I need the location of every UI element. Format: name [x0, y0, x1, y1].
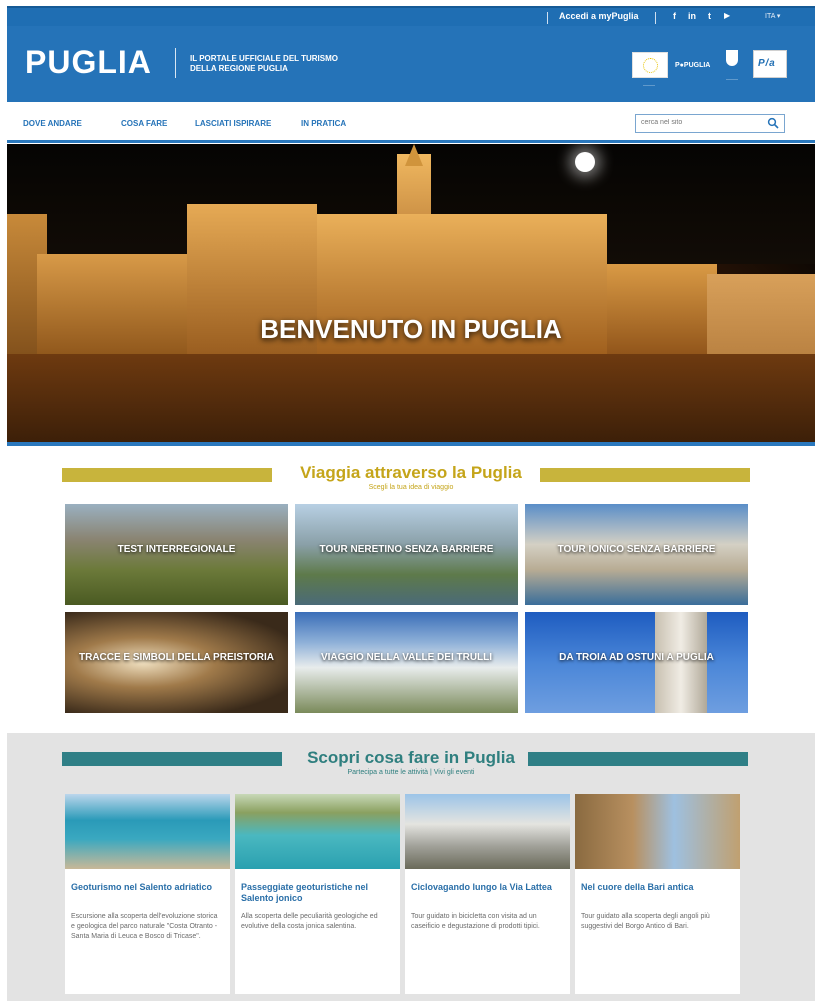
building	[37, 254, 187, 364]
linkedin-icon[interactable]: in	[688, 11, 696, 21]
section-subtitle: Partecipa a tutte le attività | Vivi gli…	[347, 769, 475, 776]
search-input[interactable]	[641, 119, 751, 126]
hero-banner[interactable]: BENVENUTO IN PUGLIA	[7, 144, 815, 446]
hero-title: BENVENUTO IN PUGLIA	[260, 314, 562, 344]
itinerary-tile[interactable]: TOUR IONICO SENZA BARRIERE	[525, 504, 748, 605]
activity-card-description: Tour guidato alla scoperta degli angoli …	[581, 913, 710, 930]
coat-of-arms-icon	[726, 50, 738, 66]
itinerary-tile[interactable]: TOUR NERETINO SENZA BARRIERE	[295, 504, 518, 605]
top-utility-bar: Accedi a myPuglia f in t ▶ ITA ▾	[7, 6, 815, 28]
regione-logo-caption: ———	[726, 76, 738, 81]
regione-puglia-logo[interactable]	[723, 48, 741, 74]
hero-bottom-line	[7, 442, 815, 446]
divider	[547, 12, 548, 24]
itinerary-tile-label: TOUR IONICO SENZA BARRIERE	[557, 544, 716, 555]
moon	[575, 152, 595, 172]
activity-card[interactable]: Geoturismo nel Salento adriatico Escursi…	[65, 794, 230, 994]
activity-card-description: Escursione alla scoperta dell'evoluzione…	[71, 913, 218, 940]
search-icon[interactable]	[767, 117, 779, 129]
eu-logo-caption: ———	[643, 82, 655, 87]
itinerary-tile-label: VIAGGIO NELLA VALLE DEI TRULLI	[320, 652, 493, 663]
youtube-icon[interactable]: ▶	[724, 11, 730, 20]
site-header: PUGLIA IL PORTALE UFFICIALE DEL TURISMO …	[7, 26, 815, 102]
activity-card[interactable]: Passeggiate geoturistiche nel Salento jo…	[235, 794, 400, 994]
pugliapromozione-logo[interactable]: P / a	[753, 50, 787, 78]
nav-lasciati-ispirare[interactable]: LASCIATI ISPIRARE	[195, 119, 271, 128]
activity-card-title[interactable]: Nel cuore della Bari antica	[581, 882, 733, 893]
weareinpuglia-logo[interactable]: P●PUGLIA	[675, 54, 719, 72]
itinerary-tile[interactable]: DA TROIA AD OSTUNI A PUGLIA	[525, 612, 748, 713]
itinerary-tile[interactable]: TRACCE E SIMBOLI DELLA PREISTORIA	[65, 612, 288, 713]
nav-in-pratica[interactable]: IN PRATICA	[301, 119, 346, 128]
tagline-line-1: IL PORTALE UFFICIALE DEL TURISMO	[190, 54, 338, 63]
piazza-crowd	[7, 354, 815, 446]
activity-card-description: Tour guidato in bicicletta con visita ad…	[411, 913, 540, 930]
language-selector[interactable]: ITA ▾	[765, 12, 780, 20]
itinerary-tile[interactable]: TEST INTERREGIONALE	[65, 504, 288, 605]
activity-card-image	[235, 794, 400, 869]
activity-card-description: Alla scoperta delle peculiarità geologic…	[241, 913, 378, 930]
main-nav: DOVE ANDARE COSA FARE LASCIATI ISPIRARE …	[7, 102, 815, 140]
page: Accedi a myPuglia f in t ▶ ITA ▾ PUGLIA …	[7, 6, 815, 1001]
section-subtitle: Scegli la tua idea di viaggio	[368, 484, 454, 491]
login-link[interactable]: Accedi a myPuglia	[559, 11, 639, 21]
site-tagline: IL PORTALE UFFICIALE DEL TURISMO DELLA R…	[190, 54, 338, 74]
facebook-icon[interactable]: f	[673, 11, 676, 21]
itinerary-tile-label: DA TROIA AD OSTUNI A PUGLIA	[559, 652, 714, 663]
activity-card[interactable]: Ciclovagando lungo la Via Lattea Tour gu…	[405, 794, 570, 994]
divider	[655, 12, 656, 24]
eu-stars-icon	[643, 58, 658, 73]
activity-card-title[interactable]: Geoturismo nel Salento adriatico	[71, 882, 223, 893]
site-logo[interactable]: PUGLIA	[25, 44, 152, 81]
logo-divider	[175, 48, 176, 78]
eu-flag-logo[interactable]	[632, 52, 668, 78]
activity-card-image	[575, 794, 740, 869]
tower-spire	[405, 144, 423, 166]
itinerary-tile-label: TRACCE E SIMBOLI DELLA PREISTORIA	[78, 652, 274, 663]
activity-card-image	[405, 794, 570, 869]
activity-card-title[interactable]: Ciclovagando lungo la Via Lattea	[411, 882, 563, 893]
nav-cosa-fare[interactable]: COSA FARE	[121, 119, 167, 128]
pugliapromozione-mark: P / a	[758, 58, 775, 69]
activity-card[interactable]: Nel cuore della Bari antica Tour guidato…	[575, 794, 740, 994]
itinerary-tile-label: TOUR NERETINO SENZA BARRIERE	[319, 544, 494, 555]
search-box	[635, 114, 785, 133]
weareinpuglia-logo-text: P●PUGLIA	[675, 62, 711, 69]
nav-underline	[7, 140, 815, 143]
nav-dove-andare[interactable]: DOVE ANDARE	[23, 119, 82, 128]
tagline-line-2: DELLA REGIONE PUGLIA	[190, 64, 288, 73]
itinerary-tile-label: TEST INTERREGIONALE	[117, 544, 236, 555]
section-title: Viaggia attraverso la Puglia	[300, 463, 522, 482]
activity-card-image	[65, 794, 230, 869]
activity-card-title[interactable]: Passeggiate geoturistiche nel Salento jo…	[241, 882, 393, 904]
section-title: Scopri cosa fare in Puglia	[307, 748, 515, 767]
twitter-icon[interactable]: t	[708, 11, 711, 21]
itinerary-tile[interactable]: VIAGGIO NELLA VALLE DEI TRULLI	[295, 612, 518, 713]
